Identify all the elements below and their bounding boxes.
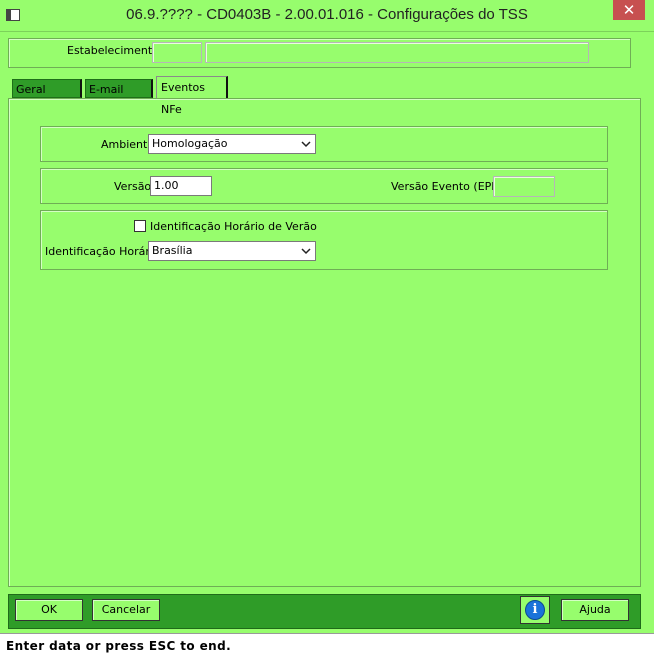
horario-verao-label: Identificação Horário de Verão xyxy=(150,220,317,233)
estabelecimento-label: Estabelecimento: xyxy=(67,44,163,57)
title-bar: 06.9.???? - CD0403B - 2.00.01.016 - Conf… xyxy=(0,0,654,32)
ok-button[interactable]: OK xyxy=(15,599,83,621)
cancel-label: Cancelar xyxy=(101,603,151,616)
ok-label: OK xyxy=(41,603,57,616)
versao-evento-label: Versão Evento (EPP): xyxy=(391,180,506,193)
ident-horario-value: Brasília xyxy=(152,244,193,257)
tab-geral[interactable]: Geral xyxy=(12,79,82,98)
tab-email-label: E-mail xyxy=(89,83,124,96)
ident-horario-select[interactable]: Brasília xyxy=(148,241,316,261)
ambiente-value: Homologação xyxy=(152,137,228,150)
versao-evento-field xyxy=(493,176,555,197)
estabelecimento-name-field xyxy=(205,42,589,63)
close-icon: ✕ xyxy=(622,1,636,19)
horario-verao-checkbox[interactable] xyxy=(134,220,146,232)
chevron-down-icon xyxy=(301,141,311,148)
tab-eventos-nfe[interactable]: Eventos NFe xyxy=(156,76,228,116)
help-label: Ajuda xyxy=(579,603,611,616)
tab-email[interactable]: E-mail xyxy=(85,79,153,98)
window-title: 06.9.???? - CD0403B - 2.00.01.016 - Conf… xyxy=(126,6,528,23)
versao-value: 1.00 xyxy=(154,179,179,192)
info-icon: i xyxy=(525,600,545,620)
estabelecimento-code-field xyxy=(152,42,202,63)
status-message: Enter data or press ESC to end. xyxy=(6,639,232,653)
horario-group xyxy=(40,210,608,270)
ident-horario-label: Identificação Horário: xyxy=(45,245,164,258)
chevron-down-icon xyxy=(301,248,311,255)
help-button[interactable]: Ajuda xyxy=(561,599,629,621)
cancel-button[interactable]: Cancelar xyxy=(92,599,160,621)
versao-input[interactable]: 1.00 xyxy=(150,176,212,196)
status-bar: Enter data or press ESC to end. xyxy=(0,633,654,665)
ambiente-select[interactable]: Homologação xyxy=(148,134,316,154)
tab-geral-label: Geral xyxy=(16,83,46,96)
info-button[interactable]: i xyxy=(520,596,550,624)
versao-label: Versão: xyxy=(114,180,155,193)
close-button[interactable]: ✕ xyxy=(613,0,645,20)
